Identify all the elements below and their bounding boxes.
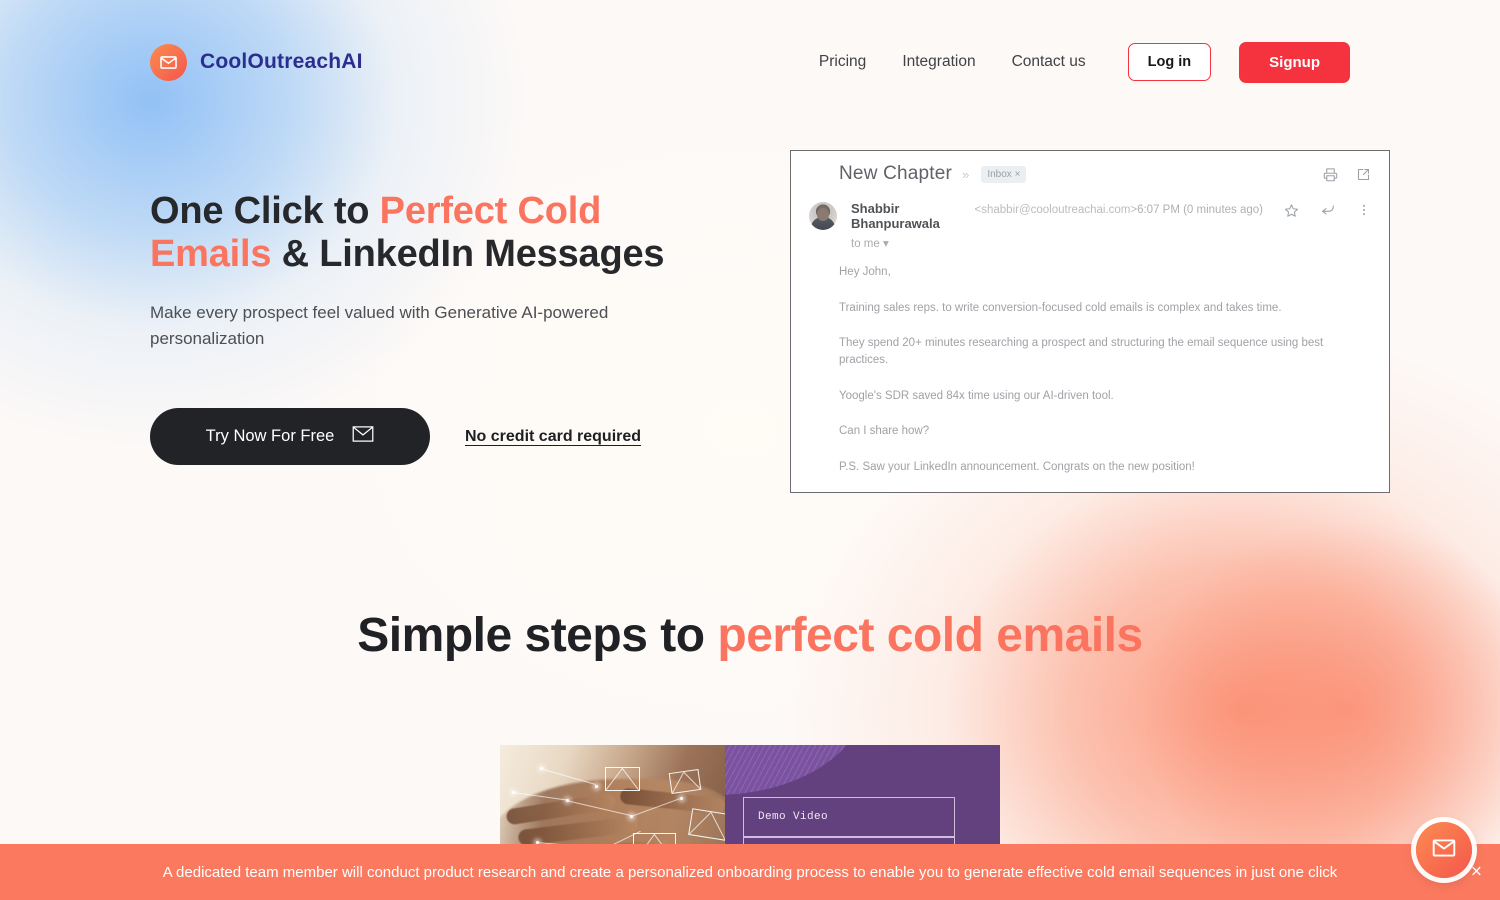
hero-subtitle: Make every prospect feel valued with Gen… [150,302,609,348]
signup-button[interactable]: Signup [1239,41,1350,83]
hero-title-part2: & LinkedIn Messages [271,233,665,276]
site-header: CoolOutreachAI Pricing Integration Conta… [0,0,1500,124]
envelope-icon [605,767,640,791]
email-paragraph: Hey John, [839,266,891,278]
email-paragraph: They spend 20+ minutes researching a pro… [839,337,1324,367]
sender-name: Shabbir Bhanpurawala [851,201,940,231]
email-body: Hey John, Training sales reps. to write … [791,250,1389,476]
email-paragraph: P.S. Saw your LinkedIn announcement. Con… [839,461,1195,474]
try-now-for-free-button[interactable]: Try Now For Free [150,408,430,466]
envelope-icon [1431,835,1457,866]
network-line [539,768,596,785]
email-timestamp: 6:07 PM (0 minutes ago) [1137,204,1263,216]
hero-cta-row: Try Now For Free No credit card required [150,408,710,466]
brand-logo[interactable]: CoolOutreachAI [150,43,363,81]
no-credit-card-link[interactable]: No credit card required [465,428,641,446]
email-meta-row: Shabbir Bhanpurawala <shabbir@cooloutrea… [791,189,1389,250]
steps-section-heading: Simple steps to perfect cold emails [0,608,1500,663]
nav-link-contact-us[interactable]: Contact us [994,54,1104,70]
announcement-banner: A dedicated team member will conduct pro… [0,844,1500,900]
network-node [680,797,683,800]
email-paragraph: Can I share how? [839,425,930,438]
nav-link-pricing[interactable]: Pricing [801,54,884,70]
envelope-icon [150,43,187,81]
steps-heading-part1: Simple steps to [357,609,718,662]
email-preview-card: New Chapter » Inbox × Shabbir Bhanpurawa… [790,150,1390,493]
print-icon[interactable] [1323,167,1338,182]
demo-video-box[interactable]: Demo Video [743,797,955,837]
email-header-actions [1323,167,1371,182]
hero-title-part1: One Click to [150,190,380,232]
inbox-label-chip[interactable]: Inbox × [981,165,1027,183]
star-icon[interactable] [1284,203,1299,218]
main-nav: Pricing Integration Contact us Log in Si… [801,41,1350,83]
brand-name: CoolOutreachAI [200,50,363,73]
open-in-new-icon[interactable] [1356,167,1371,182]
demo-video-label: Demo Video [758,811,829,823]
sender-block: Shabbir Bhanpurawala <shabbir@cooloutrea… [851,201,1137,250]
network-node [595,785,598,788]
login-button[interactable]: Log in [1127,43,1212,81]
envelope-icon [352,426,374,447]
recipient-dropdown[interactable]: to me ▾ [851,236,1137,250]
email-subject-row: New Chapter » Inbox × [791,151,1389,189]
hero-section: One Click to Perfect Cold Emails & Linke… [150,190,710,466]
reply-icon[interactable] [1320,202,1336,218]
avatar [809,202,837,230]
chat-bubble-button[interactable] [1416,822,1472,878]
email-paragraph: Yoogle's SDR saved 84x time using our AI… [839,389,1114,402]
steps-heading-accent: perfect cold emails [717,609,1143,662]
sender-email: <shabbir@cooloutreachai.com> [974,204,1138,216]
envelope-icon [668,769,702,794]
nav-link-integration[interactable]: Integration [884,54,993,70]
more-vert-icon[interactable] [1357,203,1371,217]
close-icon[interactable]: × [1471,863,1482,882]
sender-line: Shabbir Bhanpurawala <shabbir@cooloutrea… [851,201,1137,231]
email-subject: New Chapter [839,163,953,184]
try-now-label: Try Now For Free [205,427,335,446]
email-paragraph: Training sales reps. to write conversion… [839,301,1282,314]
chevron-double-right-icon: » [962,166,969,182]
banner-text: A dedicated team member will conduct pro… [162,863,1338,881]
decorative-swoosh [725,745,865,795]
email-message-actions: 6:07 PM (0 minutes ago) [1137,201,1371,218]
page-title: One Click to Perfect Cold Emails & Linke… [150,190,710,277]
landing-page: CoolOutreachAI Pricing Integration Conta… [0,0,1500,900]
